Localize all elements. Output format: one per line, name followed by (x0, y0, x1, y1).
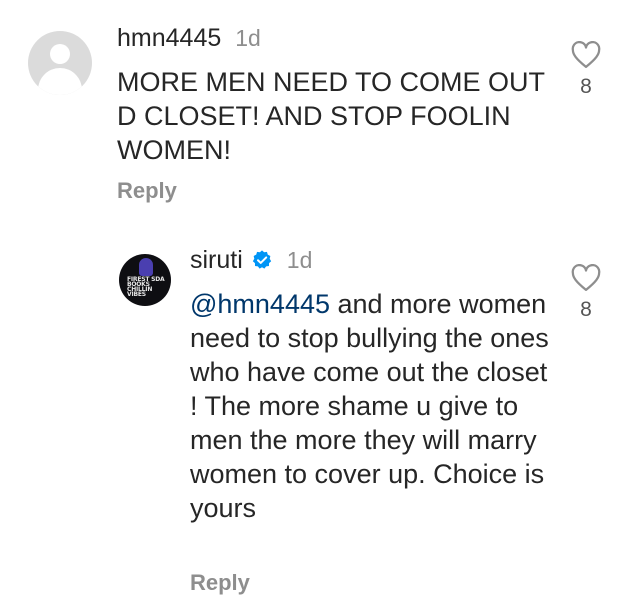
verified-badge-icon (252, 250, 271, 269)
avatar-head-shape (50, 44, 70, 64)
heart-outline-icon (571, 41, 601, 68)
avatar[interactable]: FIREST SDA BOOKS CHILLIN VIBES (119, 254, 171, 306)
heart-outline-icon (571, 264, 601, 291)
like-count: 8 (580, 298, 592, 321)
comment-username[interactable]: hmn4445 (117, 24, 221, 53)
comment-header: hmn4445 1d (117, 24, 261, 53)
comment-body: and more women need to stop bullying the… (190, 289, 549, 523)
avatar-figure (139, 258, 153, 276)
avatar-logo-text: FIREST SDA BOOKS CHILLIN VIBES (127, 276, 165, 298)
avatar-body-shape (38, 68, 82, 95)
like-button[interactable]: 8 (566, 41, 606, 99)
comment-timestamp: 1d (235, 25, 261, 51)
reply-button[interactable]: Reply (117, 178, 177, 204)
comment-text: MORE MEN NEED TO COME OUT D CLOSET! AND … (117, 67, 545, 165)
comment-username[interactable]: siruti (190, 246, 243, 275)
avatar-placeholder[interactable] (28, 31, 92, 95)
mention-link[interactable]: @hmn4445 (190, 289, 330, 319)
like-count: 8 (580, 75, 592, 98)
comment-timestamp: 1d (286, 247, 313, 273)
like-button[interactable]: 8 (566, 264, 606, 322)
comment-header: siruti 1d (190, 246, 312, 275)
comment-text: @hmn4445 and more women need to stop bul… (190, 287, 550, 525)
reply-button[interactable]: Reply (190, 570, 250, 596)
